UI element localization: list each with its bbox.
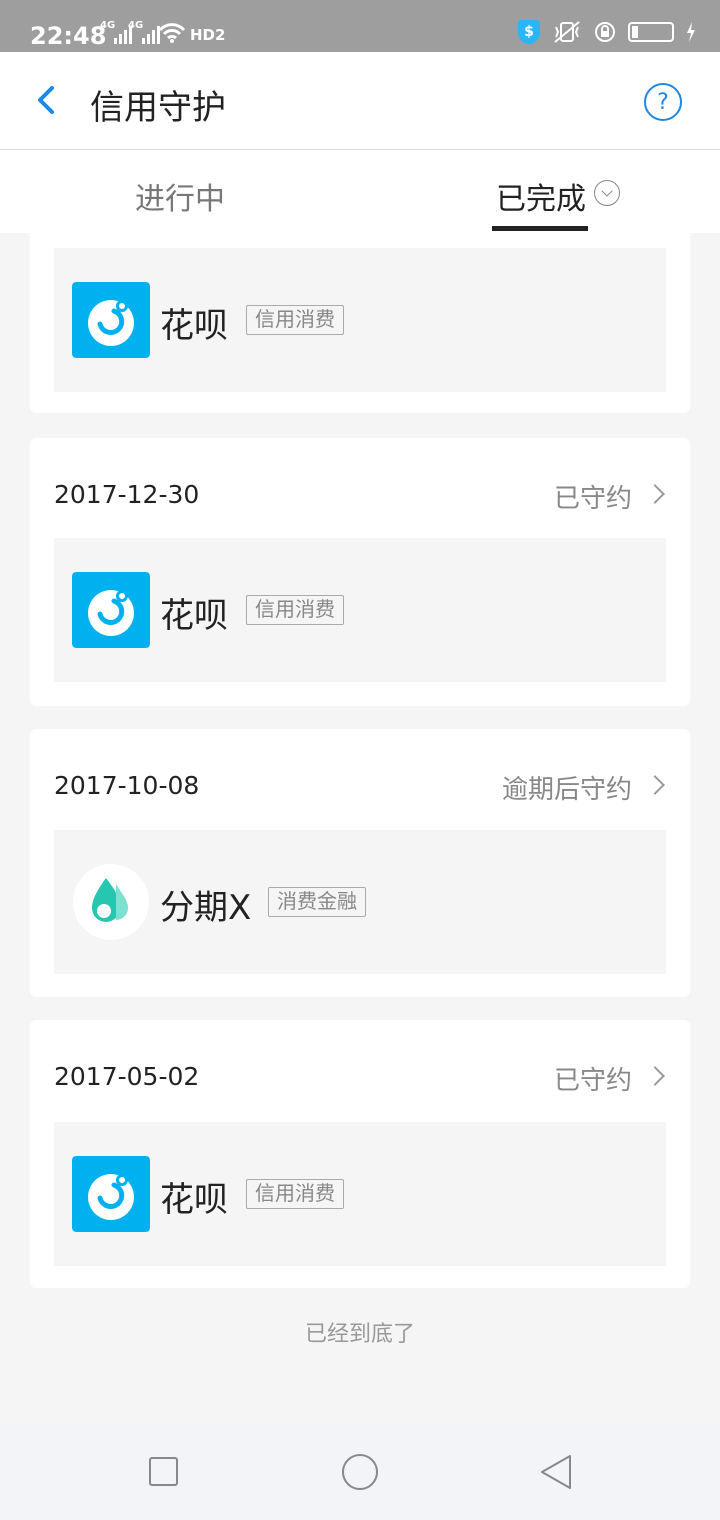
end-of-list-text: 已经到底了 <box>304 1322 415 1347</box>
record-status: 逾期后守约 <box>501 775 632 805</box>
status-right-icons: $ <box>518 20 696 44</box>
product-row: 花呗 信用消费 <box>54 538 666 682</box>
back-arrow-icon[interactable] <box>24 78 68 122</box>
product-name: 花呗 <box>160 596 228 636</box>
battery-icon <box>628 22 674 42</box>
tab-completed[interactable]: 已完成 <box>496 174 586 218</box>
system-nav-bar <box>0 1423 720 1520</box>
huabei-icon <box>72 282 150 358</box>
product-row: 花呗 信用消费 <box>54 1122 666 1266</box>
status-time: 22:48 <box>30 22 107 50</box>
record-date: 2017-05-02 <box>54 1062 200 1091</box>
product-row: 花呗 信用消费 <box>54 248 666 392</box>
product-tag: 信用消费 <box>246 1179 344 1209</box>
chevron-right-icon <box>645 484 665 504</box>
back-triangle-icon[interactable] <box>538 1453 574 1491</box>
wifi-icon <box>158 23 186 43</box>
record-status: 已守约 <box>553 484 632 514</box>
charging-icon <box>687 22 695 42</box>
page-title: 信用守护 <box>90 88 226 128</box>
help-label: ? <box>657 89 669 115</box>
tab-in-progress[interactable]: 进行中 <box>135 174 225 218</box>
huabei-icon <box>72 1156 150 1232</box>
status-bar: 22:48 4G 4G HD2 $ <box>0 0 720 52</box>
fenqix-icon <box>73 864 149 940</box>
chevron-right-icon <box>645 1066 665 1086</box>
product-name: 花呗 <box>160 306 228 346</box>
product-tag: 信用消费 <box>246 595 344 625</box>
product-row: 分期X 消费金融 <box>54 830 666 974</box>
security-shield-icon: $ <box>518 20 540 44</box>
product-name: 花呗 <box>160 1180 228 1220</box>
product-name: 分期X <box>160 888 252 928</box>
huabei-icon <box>72 572 150 648</box>
recent-apps-icon[interactable] <box>149 1457 178 1486</box>
record-card[interactable]: 2017-10-08 逾期后守约 分期X 消费金融 <box>30 729 690 997</box>
help-icon[interactable]: ? <box>644 83 682 121</box>
record-card[interactable]: 2017-05-02 已守约 花呗 信用消费 <box>30 1020 690 1288</box>
home-icon[interactable] <box>342 1454 378 1490</box>
signal-icon-sim2: 4G <box>128 20 160 44</box>
rotation-lock-icon <box>595 22 615 42</box>
record-status: 已守约 <box>553 1066 632 1096</box>
record-card[interactable]: 花呗 信用消费 <box>30 233 690 413</box>
hd-icon: HD2 <box>190 26 226 44</box>
record-date: 2017-10-08 <box>54 771 200 800</box>
app-header: 信用守护 ? <box>0 52 720 150</box>
product-tag: 信用消费 <box>246 305 344 335</box>
record-date: 2017-12-30 <box>54 480 200 509</box>
record-card[interactable]: 2017-12-30 已守约 花呗 信用消费 <box>30 438 690 706</box>
tab-active-indicator <box>492 226 588 231</box>
chevron-right-icon <box>645 775 665 795</box>
vibrate-icon <box>554 21 580 43</box>
chevron-down-icon[interactable] <box>594 180 620 206</box>
product-tag: 消费金融 <box>268 887 366 917</box>
